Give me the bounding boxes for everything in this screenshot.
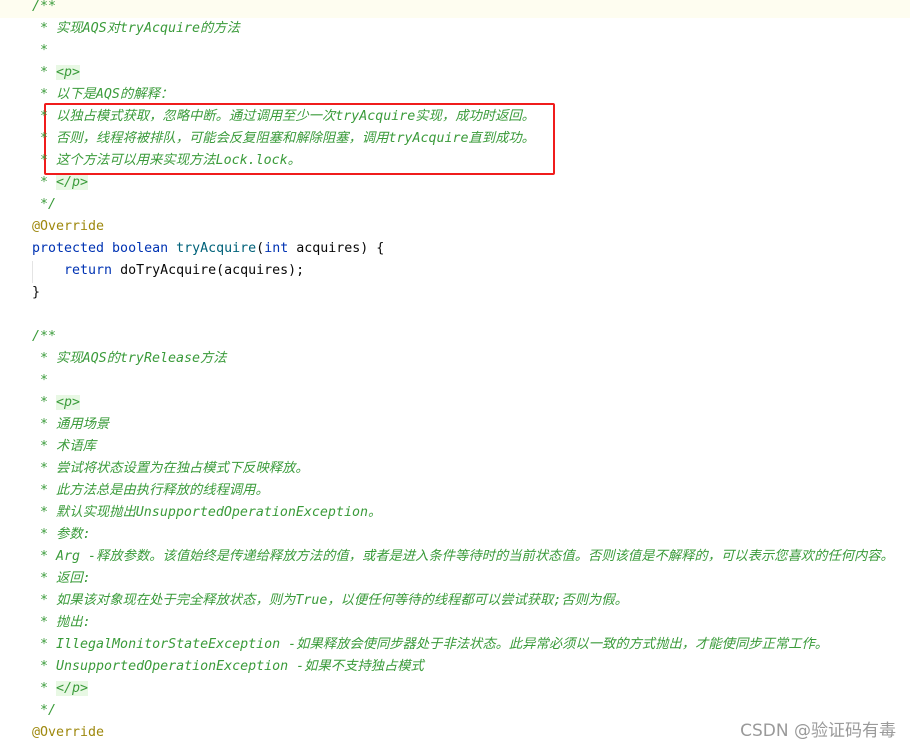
comment-text: * 抛出:: [32, 615, 91, 630]
code-line[interactable]: }: [32, 282, 40, 304]
comment-text: *: [32, 395, 57, 410]
code-line[interactable]: * </p>: [32, 172, 89, 194]
code-text: acquires) {: [296, 241, 385, 256]
code-line[interactable]: * <p>: [32, 62, 81, 84]
code-line[interactable]: * 尝试将状态设置为在独占模式下反映释放。: [32, 458, 309, 480]
comment-text: * 返回:: [32, 571, 91, 586]
comment-text: * 以独占模式获取，忽略中断。通过调用至少一次tryAcquire实现，成功时返…: [32, 109, 535, 124]
comment-text: /**: [32, 0, 57, 14]
keyword: int: [264, 241, 297, 256]
comment-text: *: [32, 43, 49, 58]
comment-text: * UnsupportedOperationException -如果不支持独占…: [32, 659, 424, 674]
annotation: @Override: [32, 725, 105, 740]
code-line[interactable]: * 实现AQS对tryAcquire的方法: [32, 18, 240, 40]
code-line[interactable]: * IllegalMonitorStateException -如果释放会使同步…: [32, 634, 828, 656]
html-tag: <p>: [56, 65, 81, 80]
comment-text: * 否则，线程将被排队，可能会反复阻塞和解除阻塞，调用tryAcquire直到成…: [32, 131, 535, 146]
code-line[interactable]: /**: [32, 326, 56, 348]
code-line[interactable]: * 返回:: [32, 568, 91, 590]
code-line[interactable]: * </p>: [32, 678, 89, 700]
code-text: }: [32, 285, 41, 300]
code-line[interactable]: */: [32, 194, 56, 216]
watermark: CSDN @验证码有毒: [740, 721, 896, 741]
code-line[interactable]: * 实现AQS的tryRelease方法: [32, 348, 227, 370]
code-line[interactable]: @Override: [32, 216, 104, 238]
html-tag: </p>: [56, 175, 89, 190]
code-line[interactable]: *: [32, 370, 48, 392]
code-line[interactable]: * 此方法总是由执行释放的线程调用。: [32, 480, 269, 502]
comment-text: */: [32, 197, 57, 212]
code-line[interactable]: * 通用场景: [32, 414, 109, 436]
comment-text: *: [32, 175, 57, 190]
code-editor[interactable]: /** * 实现AQS对tryAcquire的方法 * * <p> * 以下是A…: [0, 0, 910, 747]
code-line[interactable]: @Override: [32, 722, 104, 744]
comment-text: * 实现AQS对tryAcquire的方法: [32, 21, 240, 36]
code-line[interactable]: * 这个方法可以用来实现方法Lock.lock。: [32, 150, 301, 172]
keyword: protected boolean: [32, 241, 177, 256]
comment-text: * 这个方法可以用来实现方法Lock.lock。: [32, 153, 301, 168]
comment-text: *: [32, 373, 49, 388]
code-line[interactable]: return doTryAcquire(acquires);: [32, 260, 304, 282]
code-line[interactable]: * 抛出:: [32, 612, 91, 634]
code-line[interactable]: * 参数:: [32, 524, 91, 546]
comment-text: * 此方法总是由执行释放的线程调用。: [32, 483, 269, 498]
code-line[interactable]: * 如果该对象现在处于完全释放状态，则为True，以便任何等待的线程都可以尝试获…: [32, 590, 628, 612]
comment-text: * 通用场景: [32, 417, 110, 432]
code-line[interactable]: /**: [0, 0, 910, 18]
annotation: @Override: [32, 219, 105, 234]
code-line[interactable]: * 默认实现抛出UnsupportedOperationException。: [32, 502, 381, 524]
code-line[interactable]: protected boolean tryAcquire(int acquire…: [32, 238, 384, 260]
comment-text: * 默认实现抛出UnsupportedOperationException。: [32, 505, 382, 520]
keyword: return: [32, 263, 121, 278]
comment-text: * 如果该对象现在处于完全释放状态，则为True，以便任何等待的线程都可以尝试获…: [32, 593, 628, 608]
comment-text: * IllegalMonitorStateException -如果释放会使同步…: [32, 637, 829, 652]
code-line[interactable]: * UnsupportedOperationException -如果不支持独占…: [32, 656, 424, 678]
code-text: (: [256, 241, 265, 256]
comment-text: * 实现AQS的tryRelease方法: [32, 351, 227, 366]
comment-text: * Arg -释放参数。该值始终是传递给释放方法的值，或者是进入条件等待时的当前…: [32, 549, 894, 564]
code-line[interactable]: * <p>: [32, 392, 81, 414]
code-text: doTryAcquire(acquires);: [120, 263, 305, 278]
code-line[interactable]: * 以下是AQS的解释：: [32, 84, 173, 106]
comment-text: * 尝试将状态设置为在独占模式下反映释放。: [32, 461, 309, 476]
code-line[interactable]: * 以独占模式获取，忽略中断。通过调用至少一次tryAcquire实现，成功时返…: [32, 106, 535, 128]
code-line[interactable]: */: [32, 700, 56, 722]
comment-text: * 术语库: [32, 439, 96, 454]
comment-text: *: [32, 681, 57, 696]
code-line[interactable]: * 否则，线程将被排队，可能会反复阻塞和解除阻塞，调用tryAcquire直到成…: [32, 128, 535, 150]
comment-text: * 参数:: [32, 527, 91, 542]
code-line[interactable]: * 术语库: [32, 436, 96, 458]
html-tag: <p>: [56, 395, 81, 410]
code-line[interactable]: * Arg -释放参数。该值始终是传递给释放方法的值，或者是进入条件等待时的当前…: [32, 546, 894, 568]
code-line[interactable]: *: [32, 40, 48, 62]
comment-text: *: [32, 65, 57, 80]
comment-text: /**: [32, 329, 57, 344]
html-tag: </p>: [56, 681, 89, 696]
comment-text: * 以下是AQS的解释：: [32, 87, 174, 102]
comment-text: */: [32, 703, 57, 718]
method-name: tryAcquire: [176, 241, 257, 256]
